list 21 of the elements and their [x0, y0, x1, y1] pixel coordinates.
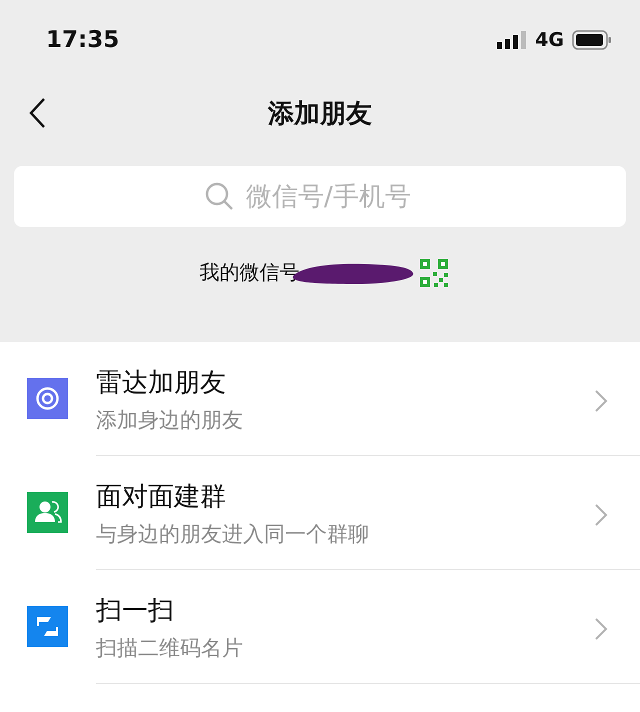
menu-item[interactable]: 面对面建群 与身边的朋友进入同一个群聊: [0, 456, 640, 570]
chevron-icon: [594, 389, 608, 413]
menu-item-subtitle: 添加身边的朋友: [96, 407, 244, 434]
menu-item[interactable]: 扫一扫 扫描二维码名片: [0, 570, 640, 684]
network-type: 4G: [535, 29, 564, 51]
signal-icon: [497, 31, 528, 49]
status-time: 17:35: [46, 27, 120, 53]
chevron-icon: [594, 503, 608, 527]
search-field[interactable]: 微信号/手机号: [14, 166, 626, 227]
search-icon: [204, 181, 234, 211]
menu-item-title: 雷达加朋友: [96, 367, 227, 400]
battery-icon: [572, 30, 612, 50]
menu-item-subtitle: 扫描二维码名片: [96, 635, 244, 662]
menu-item[interactable]: 雷达加朋友 添加身边的朋友: [0, 342, 640, 456]
menu-item-subtitle: 与身边的朋友进入同一个群聊: [96, 521, 370, 548]
qr-code-icon[interactable]: [418, 258, 448, 288]
menu-item-title: 面对面建群: [96, 481, 227, 514]
chevron-icon: [594, 617, 608, 641]
menu-item-title: 扫一扫: [96, 595, 175, 628]
page-title: 添加朋友: [268, 98, 372, 130]
back-icon: [28, 97, 46, 129]
